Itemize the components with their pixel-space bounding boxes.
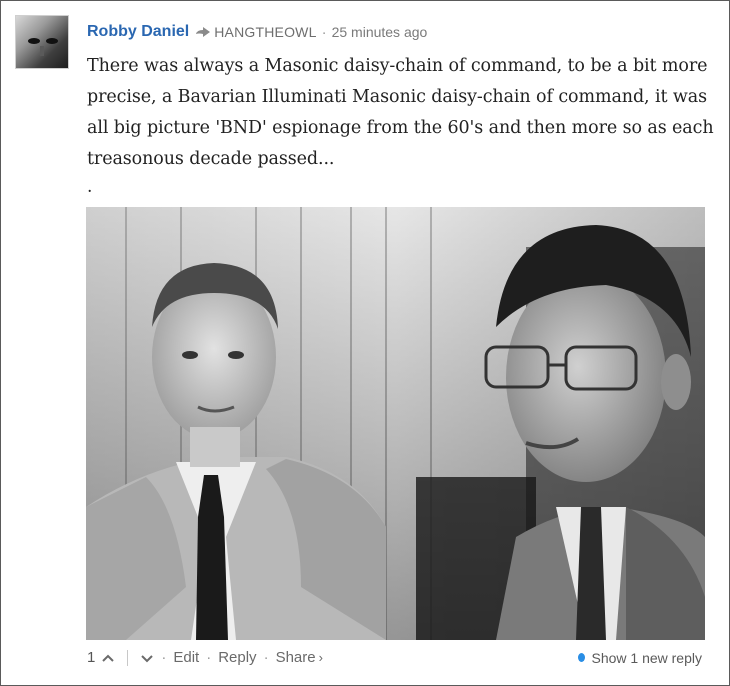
chevron-down-icon[interactable]	[140, 653, 154, 663]
avatar-nose	[40, 46, 44, 56]
comment-timestamp[interactable]: 25 minutes ago	[332, 24, 428, 40]
vote-divider	[127, 649, 129, 666]
edit-button[interactable]: Edit	[173, 649, 199, 666]
comment-actions: 1 · Edit · Reply · Share › Show 1 new rep…	[87, 649, 702, 666]
avatar-eye	[46, 38, 58, 44]
action-separator: ·	[263, 649, 269, 666]
new-reply-label: Show 1 new reply	[591, 649, 702, 666]
photo-illustration	[86, 207, 705, 640]
share-label: Share	[275, 649, 316, 666]
comment-text: There was always a Masonic daisy-chain o…	[87, 56, 714, 169]
show-new-reply-link[interactable]: Show 1 new reply	[578, 650, 702, 666]
new-reply-dot-icon	[578, 653, 586, 662]
author-name[interactable]: Robby Daniel	[87, 23, 189, 41]
reply-target-user[interactable]: HANGTHEOWL	[214, 24, 316, 40]
action-separator: ·	[161, 649, 167, 666]
reply-button[interactable]: Reply	[218, 649, 256, 666]
header-separator: ·	[321, 23, 327, 41]
comment-trailing-dot: .	[87, 177, 93, 197]
avatar-eye	[28, 38, 40, 44]
reply-arrow-icon	[196, 27, 211, 37]
avatar[interactable]	[15, 15, 69, 69]
vote-count: 1	[87, 649, 96, 666]
comment-header: Robby Daniel HANGTHEOWL · 25 minutes ago	[87, 23, 427, 41]
share-button[interactable]: Share ›	[276, 649, 323, 666]
action-separator: ·	[206, 649, 212, 666]
share-caret-icon: ›	[318, 650, 323, 665]
comment-card: Robby Daniel HANGTHEOWL · 25 minutes ago…	[0, 0, 730, 686]
comment-image[interactable]	[86, 207, 705, 640]
chevron-up-icon[interactable]	[101, 653, 115, 663]
